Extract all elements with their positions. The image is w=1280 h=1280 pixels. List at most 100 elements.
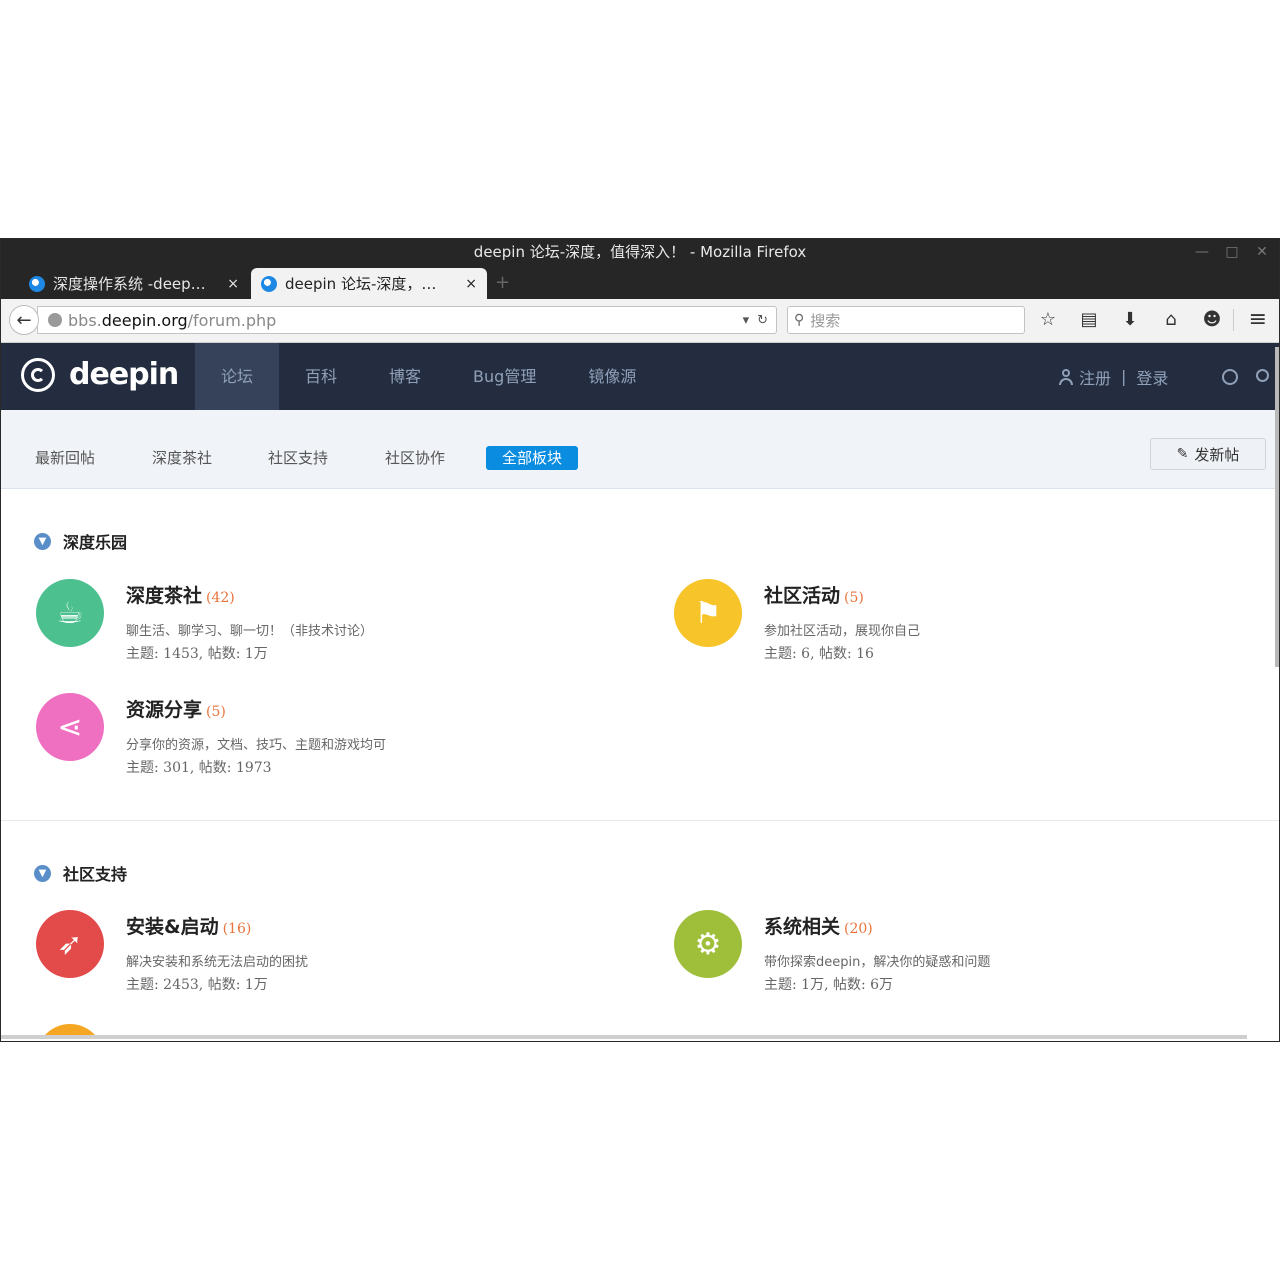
section-header[interactable]: ▼ 社区支持 (34, 861, 127, 885)
register-link[interactable]: 注册 (1079, 365, 1111, 389)
forum-item[interactable]: ⚙ 系统相关 (20) 带你探索deepin，解决你的疑惑和问题 主题: 1万, … (674, 910, 990, 994)
forum-subnav: 最新回帖 深度茶社 社区支持 社区协作 全部板块 ✎ 发新帖 (1, 410, 1279, 489)
forum-item[interactable]: ⋖ 资源分享 (5) 分享你的资源，文档、技巧、主题和游戏均可 主题: 301, … (36, 693, 386, 777)
forum-description: 解决安装和系统无法启动的困扰 (126, 955, 309, 970)
subnav-latest-replies[interactable]: 最新回帖 (35, 446, 95, 470)
section-title: 深度乐园 (63, 533, 128, 552)
section-header[interactable]: ▼ 深度乐园 (34, 529, 127, 553)
share-icon: ⋖ (36, 693, 104, 761)
url-actions: ▾ ↻ (743, 313, 768, 328)
forum-title[interactable]: 资源分享 (126, 699, 202, 721)
search-placeholder: 搜索 (810, 311, 841, 330)
home-icon[interactable]: ⌂ (1160, 307, 1182, 331)
nav-bug-manager[interactable]: Bug管理 (447, 343, 562, 410)
deepin-logo[interactable]: deepin (21, 357, 179, 392)
forum-info: 资源分享 (5) 分享你的资源，文档、技巧、主题和游戏均可 主题: 301, 帖数… (126, 695, 386, 777)
tab-strip: 深度操作系统 -deep… × deepin 论坛-深度，… × + (1, 266, 1279, 299)
forum-item[interactable]: ➶ 安装&启动 (16) 解决安装和系统无法启动的困扰 主题: 2453, 帖数:… (36, 910, 308, 994)
back-arrow-icon: ← (16, 309, 32, 331)
reading-list-icon[interactable]: ▤ (1078, 307, 1100, 331)
tab-label: 深度操作系统 -deep… (53, 275, 206, 293)
new-post-label: 发新帖 (1194, 445, 1240, 464)
chevron-down-icon: ▼ (34, 532, 51, 550)
tab-deepin-os[interactable]: 深度操作系统 -deep… × (19, 268, 249, 299)
url-host: deepin.org (101, 310, 188, 330)
subnav-deepin-teahouse[interactable]: 深度茶社 (152, 446, 212, 470)
chat-icon[interactable]: ☻ (1201, 307, 1223, 331)
url-subdomain: bbs. (68, 310, 102, 330)
subnav-community-support[interactable]: 社区支持 (268, 446, 328, 470)
forum-description: 带你探索deepin，解决你的疑惑和问题 (764, 955, 991, 970)
nav-forum[interactable]: 论坛 (195, 343, 280, 410)
navigation-toolbar: bbs. deepin.org/forum.php ▾ ↻ ← ⚲ 搜索 ☆ ▤ … (1, 299, 1279, 343)
forum-content: ▼ 深度乐园 ☕ 深度茶社 (42) 聊生活、聊学习、聊一切！（非技术讨论） 主题… (1, 489, 1279, 1037)
nav-wiki[interactable]: 百科 (279, 343, 363, 410)
forum-stats: 主题: 1453, 帖数: 1万 (126, 646, 268, 662)
download-icon[interactable]: ⬇ (1119, 307, 1141, 331)
window-controls: — □ ✕ (1195, 239, 1269, 266)
search-input[interactable]: ⚲ 搜索 (787, 306, 1025, 334)
forum-stats: 主题: 1万, 帖数: 6万 (764, 977, 894, 993)
menu-icon[interactable]: ≡ (1249, 307, 1267, 332)
logo-text: deepin (69, 357, 179, 392)
section-divider (1, 820, 1279, 821)
nav-blog[interactable]: 博客 (363, 343, 447, 410)
site-search-icon[interactable] (1256, 369, 1269, 382)
search-icon: ⚲ (794, 312, 805, 328)
system-settings-icon: ⚙ (674, 910, 742, 978)
section-title: 社区支持 (63, 865, 128, 884)
minimize-button[interactable]: — (1195, 239, 1209, 266)
forum-stats: 主题: 301, 帖数: 1973 (126, 760, 272, 776)
url-dropdown-icon[interactable]: ▾ (743, 313, 750, 328)
subnav-all-boards[interactable]: 全部板块 (486, 446, 579, 470)
forum-title[interactable]: 社区活动 (764, 585, 840, 607)
forum-title[interactable]: 深度茶社 (126, 585, 202, 607)
back-button[interactable]: ← (9, 305, 39, 335)
star-icon[interactable]: ☆ (1037, 307, 1059, 331)
nav-mirrors[interactable]: 镜像源 (562, 343, 662, 410)
user-links: 注册 | 登录 (1059, 343, 1168, 410)
site-header: deepin 论坛 百科 博客 Bug管理 镜像源 注册 | 登录 (1, 343, 1279, 410)
forum-info: 安装&启动 (16) 解决安装和系统无法启动的困扰 主题: 2453, 帖数: 1… (126, 912, 308, 994)
reload-icon[interactable]: ↻ (757, 313, 768, 328)
forum-stats: 主题: 6, 帖数: 16 (764, 646, 874, 662)
forum-info: 系统相关 (20) 带你探索deepin，解决你的疑惑和问题 主题: 1万, 帖数… (764, 912, 990, 994)
subnav-community-collaboration[interactable]: 社区协作 (385, 446, 445, 470)
language-globe-icon[interactable] (1222, 369, 1238, 385)
deepin-logo-icon (21, 357, 55, 392)
toolbar-separator (1233, 309, 1234, 331)
rocket-icon: ➶ (36, 910, 104, 978)
new-tab-button[interactable]: + (495, 272, 510, 293)
forum-item[interactable]: ☕ 深度茶社 (42) 聊生活、聊学习、聊一切！（非技术讨论） 主题: 1453,… (36, 579, 373, 663)
forum-title[interactable]: 系统相关 (764, 916, 840, 938)
forum-description: 参加社区活动，展现你自己 (764, 624, 921, 639)
deepin-favicon-icon (29, 275, 45, 292)
horizontal-scrollbar[interactable] (1, 1035, 1247, 1039)
url-bar[interactable]: bbs. deepin.org/forum.php ▾ ↻ (37, 306, 777, 334)
vertical-scrollbar[interactable] (1275, 347, 1279, 667)
tab-close-icon[interactable]: × (465, 276, 477, 292)
tab-deepin-forum[interactable]: deepin 论坛-深度，… × (251, 268, 487, 299)
title-bar: deepin 论坛-深度，值得深入！ - Mozilla Firefox — □… (1, 239, 1279, 266)
forum-new-count: (5) (844, 590, 864, 606)
close-button[interactable]: ✕ (1255, 239, 1269, 266)
tab-label: deepin 论坛-深度，… (285, 275, 437, 293)
forum-description: 分享你的资源，文档、技巧、主题和游戏均可 (126, 738, 387, 753)
site-nav: 论坛 百科 博客 Bug管理 镜像源 (195, 343, 662, 410)
url-path: /forum.php (187, 310, 277, 330)
site-identity-icon[interactable] (48, 313, 62, 327)
login-link[interactable]: 登录 (1136, 365, 1168, 389)
forum-info: 社区活动 (5) 参加社区活动，展现你自己 主题: 6, 帖数: 16 (764, 581, 920, 663)
pencil-icon: ✎ (1176, 446, 1189, 462)
coffee-cup-icon: ☕ (36, 579, 104, 647)
flag-icon: ⚑ (674, 579, 742, 647)
forum-title[interactable]: 安装&启动 (126, 916, 219, 938)
forum-stats: 主题: 2453, 帖数: 1万 (126, 977, 268, 993)
user-links-separator: | (1121, 367, 1127, 386)
new-post-button[interactable]: ✎ 发新帖 (1150, 438, 1266, 470)
maximize-button[interactable]: □ (1225, 239, 1239, 266)
forum-item[interactable]: ⚑ 社区活动 (5) 参加社区活动，展现你自己 主题: 6, 帖数: 16 (674, 579, 920, 663)
forum-info: 深度茶社 (42) 聊生活、聊学习、聊一切！（非技术讨论） 主题: 1453, 帖… (126, 581, 373, 663)
tab-close-icon[interactable]: × (227, 276, 239, 292)
window-title: deepin 论坛-深度，值得深入！ - Mozilla Firefox (473, 243, 807, 261)
